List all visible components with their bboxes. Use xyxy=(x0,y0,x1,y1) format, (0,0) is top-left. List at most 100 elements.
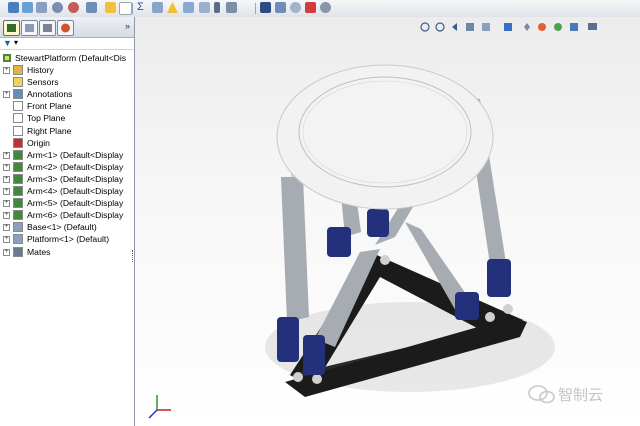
expand-icon[interactable]: + xyxy=(3,163,10,171)
warning-icon[interactable] xyxy=(167,2,178,13)
red-cube-icon[interactable] xyxy=(305,2,316,13)
tree-item-icon xyxy=(13,125,23,136)
tree-item-label: Platform<1> (Default) xyxy=(27,234,110,245)
tree-item-label: Base<1> (Default) xyxy=(27,222,97,233)
tree-item[interactable]: + Arm<1> (Default<Display xyxy=(0,149,134,161)
expand-icon[interactable]: + xyxy=(3,91,10,99)
expand-icon[interactable]: + xyxy=(3,67,10,74)
feature-manager-tab[interactable] xyxy=(3,20,20,36)
tree-item-icon xyxy=(13,186,23,196)
tree-item-icon xyxy=(13,222,23,233)
component-icon[interactable] xyxy=(199,2,210,13)
tree-item[interactable]: + Arm<6> (Default<Display xyxy=(0,209,134,221)
config-icon xyxy=(43,24,52,32)
tree-item[interactable]: + Arm<3> (Default<Display xyxy=(0,173,134,185)
tree-item-icon xyxy=(13,101,23,112)
smart-dimension-icon[interactable] xyxy=(22,2,33,13)
gear-icon[interactable] xyxy=(320,2,331,13)
tree-icon xyxy=(7,24,16,32)
configuration-manager-tab[interactable] xyxy=(39,20,56,36)
clock-icon[interactable] xyxy=(52,2,63,13)
tree-item-label: History xyxy=(27,65,54,75)
expand-icon[interactable]: + xyxy=(3,248,10,256)
link-icon[interactable] xyxy=(275,2,286,13)
explode-icon[interactable] xyxy=(226,2,237,13)
wechat-logo-icon xyxy=(528,385,555,404)
tree-item[interactable]: + Annotations xyxy=(0,88,134,100)
tree-item-icon xyxy=(13,198,23,209)
tree-item[interactable]: Front Plane xyxy=(0,100,134,112)
arrows-icon[interactable] xyxy=(183,2,194,13)
tree-item[interactable]: Right Plane xyxy=(0,125,134,137)
tree-item[interactable]: + Mates xyxy=(0,246,134,258)
tree-item-icon xyxy=(13,210,23,221)
tree-item-icon xyxy=(13,246,23,257)
property-manager-tab[interactable] xyxy=(21,20,38,36)
mate-icon[interactable] xyxy=(86,2,97,13)
tree-root-label: StewartPlatform (Default<Dis xyxy=(15,53,127,63)
checkbox-icon[interactable] xyxy=(119,2,132,15)
tree-item-icon xyxy=(13,173,23,184)
coordinate-triad xyxy=(148,395,171,419)
panel-tab-strip: » xyxy=(0,17,134,38)
tree-item[interactable]: Origin xyxy=(0,137,134,149)
feature-manager-panel: » ▼ ▾ StewartPlatform (Default<Dis + Hist… xyxy=(0,17,135,426)
tree-item-icon xyxy=(13,137,23,148)
tree-item[interactable]: + History xyxy=(0,64,134,76)
tree-item-label: Arm<4> (Default<Display xyxy=(27,186,124,196)
view-icon[interactable] xyxy=(36,2,47,13)
tree-item[interactable]: + Base<1> (Default) xyxy=(0,221,134,233)
toggle-icon[interactable] xyxy=(290,2,301,13)
tree-item[interactable]: + Arm<5> (Default<Display xyxy=(0,197,134,209)
tree-item-label: Origin xyxy=(27,137,50,148)
ballon-icon[interactable] xyxy=(68,2,79,13)
sketch-icon[interactable] xyxy=(8,2,19,13)
assembly-icon xyxy=(3,54,11,62)
tree-item-label: Arm<3> (Default<Display xyxy=(27,173,124,184)
tree-item-icon xyxy=(13,65,23,75)
watermark-text: 智制云 xyxy=(558,386,604,404)
toolbar-separator xyxy=(255,3,256,14)
check-icon[interactable] xyxy=(105,2,116,13)
filter-dropdown-icon[interactable]: ▾ xyxy=(14,38,18,47)
expand-icon[interactable]: + xyxy=(3,200,10,208)
command-toolbar: Σ xyxy=(0,0,640,18)
appearance-tab[interactable] xyxy=(57,20,74,36)
expand-icon[interactable]: + xyxy=(3,236,10,244)
step-icon[interactable] xyxy=(260,2,271,13)
tree-item-icon xyxy=(13,89,23,100)
expand-icon[interactable]: + xyxy=(3,224,10,232)
expand-icon[interactable]: + xyxy=(3,175,10,183)
tree-item[interactable]: + Arm<4> (Default<Display xyxy=(0,185,134,197)
tree-item-label: Right Plane xyxy=(27,125,72,136)
filter-icon[interactable]: ▼ xyxy=(3,38,12,48)
graphics-area[interactable]: 智制云 xyxy=(135,17,640,426)
tree-item-label: Top Plane xyxy=(27,113,66,124)
tree-item-icon xyxy=(13,161,23,172)
tree-item-label: Sensors xyxy=(27,77,59,88)
expand-icon[interactable]: + xyxy=(3,188,10,195)
tree-item[interactable]: + Platform<1> (Default) xyxy=(0,233,134,245)
tree-root[interactable]: StewartPlatform (Default<Dis xyxy=(0,52,134,64)
tree-item-label: Mates xyxy=(27,246,51,257)
expand-icon[interactable]: + xyxy=(3,212,10,220)
tree-item-label: Arm<5> (Default<Display xyxy=(27,198,124,209)
stewart-platform-model[interactable] xyxy=(135,17,640,426)
percent-icon[interactable] xyxy=(152,2,163,13)
filter-row: ▼ ▾ xyxy=(0,38,134,50)
tree-item-icon xyxy=(13,77,23,88)
collapse-panel-icon[interactable]: » xyxy=(125,21,130,31)
tree-item-label: Arm<2> (Default<Display xyxy=(27,161,124,172)
tree-item-icon xyxy=(13,113,23,124)
tree-item[interactable]: Sensors xyxy=(0,76,134,88)
platform-ring[interactable] xyxy=(276,64,494,210)
tree-item[interactable]: + Arm<2> (Default<Display xyxy=(0,161,134,173)
properties-icon xyxy=(25,24,34,32)
sigma-icon[interactable]: Σ xyxy=(137,2,148,13)
tree-item-label: Annotations xyxy=(27,89,73,100)
toolbar-separator xyxy=(132,3,133,14)
appearance-icon xyxy=(61,23,70,33)
expand-icon[interactable]: + xyxy=(3,151,10,159)
tree-item[interactable]: Top Plane xyxy=(0,112,134,124)
dropdown-icon[interactable] xyxy=(214,2,220,13)
